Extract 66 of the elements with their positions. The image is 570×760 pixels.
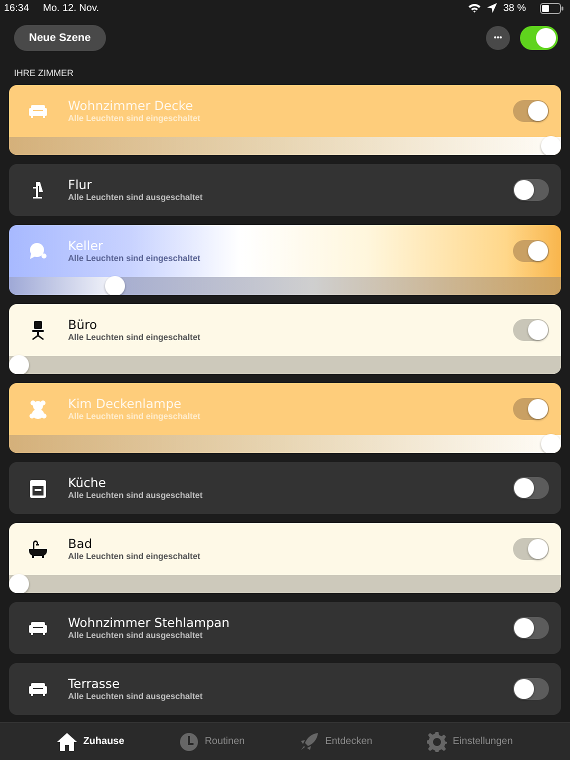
room-name: Keller (68, 238, 104, 253)
room-name: Bad (68, 536, 94, 551)
status-date: Mo. 12. Nov. (43, 2, 99, 14)
brightness-slider[interactable] (9, 137, 561, 155)
room-toggle[interactable] (513, 319, 549, 341)
room-card[interactable]: Küche Alle Leuchten sind ausgeschaltet (9, 462, 561, 514)
brightness-slider[interactable] (9, 277, 561, 295)
brightness-slider[interactable] (9, 575, 561, 593)
slider-thumb[interactable] (541, 136, 561, 155)
room-name: Wohnzimmer Decke (68, 98, 194, 113)
new-scene-button[interactable]: Neue Szene (14, 25, 106, 51)
battery-icon (540, 2, 564, 14)
room-status: Alle Leuchten sind ausgeschaltet (68, 192, 204, 203)
room-status: Alle Leuchten sind ausgeschaltet (68, 630, 204, 641)
room-card[interactable]: Büro Alle Leuchten sind eingeschaltet (9, 304, 561, 374)
tab-label[interactable]: Einstellungen (452, 736, 513, 747)
room-card[interactable]: Terrasse Alle Leuchten sind ausgeschaltet (9, 663, 561, 715)
section-title: IHRE ZIMMER (13, 67, 74, 80)
settings-icon[interactable] (426, 732, 447, 752)
room-name: Flur (68, 177, 93, 192)
room-status: Alle Leuchten sind ausgeschaltet (68, 691, 204, 702)
teddy-bear-icon (27, 398, 49, 420)
tab-label[interactable]: Zuhause (83, 736, 124, 747)
room-status: Alle Leuchten sind ausgeschaltet (68, 490, 204, 501)
room-toggle[interactable] (513, 240, 549, 262)
room-toggle[interactable] (513, 678, 549, 700)
clock-icon[interactable] (178, 732, 199, 752)
brightness-slider[interactable] (9, 435, 561, 453)
room-toggle[interactable] (513, 398, 549, 420)
slider-thumb[interactable] (9, 355, 29, 374)
status-time: 16:34 (4, 2, 30, 14)
slider-thumb[interactable] (9, 574, 29, 593)
room-toggle[interactable] (513, 477, 549, 499)
tab-label[interactable]: Routinen (204, 736, 245, 747)
tab-label[interactable]: Entdecken (325, 736, 372, 747)
room-toggle[interactable] (513, 538, 549, 560)
master-toggle[interactable] (520, 26, 558, 50)
more-button[interactable]: ••• (486, 26, 510, 50)
brightness-slider[interactable] (9, 356, 561, 374)
slider-thumb[interactable] (104, 276, 125, 295)
room-name: Küche (68, 475, 107, 490)
bathtub-icon (27, 538, 49, 560)
room-name: Büro (68, 317, 98, 332)
room-name: Terrasse (68, 676, 121, 691)
room-status: Alle Leuchten sind eingeschaltet (68, 253, 202, 264)
oven-icon (27, 477, 49, 499)
room-toggle[interactable] (513, 617, 549, 639)
room-card[interactable]: Wohnzimmer Stehlampan Alle Leuchten sind ausgeschaltet (9, 602, 561, 654)
room-toggle[interactable] (513, 179, 549, 201)
room-status: Alle Leuchten sind eingeschaltet (68, 411, 202, 422)
room-toggle[interactable] (513, 100, 549, 122)
location-arrow-icon (487, 3, 498, 13)
room-name: Wohnzimmer Stehlampan (68, 615, 231, 630)
bubble-icon (27, 240, 49, 262)
room-name: Kim Deckenlampe (68, 396, 182, 411)
slider-thumb[interactable] (541, 434, 561, 453)
room-status: Alle Leuchten sind eingeschaltet (68, 551, 202, 562)
room-status: Alle Leuchten sind eingeschaltet (68, 113, 202, 124)
room-card[interactable]: Flur Alle Leuchten sind ausgeschaltet (9, 164, 561, 216)
wifi-icon (468, 3, 482, 13)
rocket-icon[interactable] (299, 732, 320, 752)
house-icon[interactable] (57, 732, 78, 752)
battery-percent: 38 % (503, 2, 526, 14)
room-status: Alle Leuchten sind eingeschaltet (68, 332, 202, 343)
room-card[interactable]: Keller Alle Leuchten sind eingeschaltet (9, 225, 561, 295)
room-card[interactable]: Bad Alle Leuchten sind eingeschaltet (9, 523, 561, 593)
